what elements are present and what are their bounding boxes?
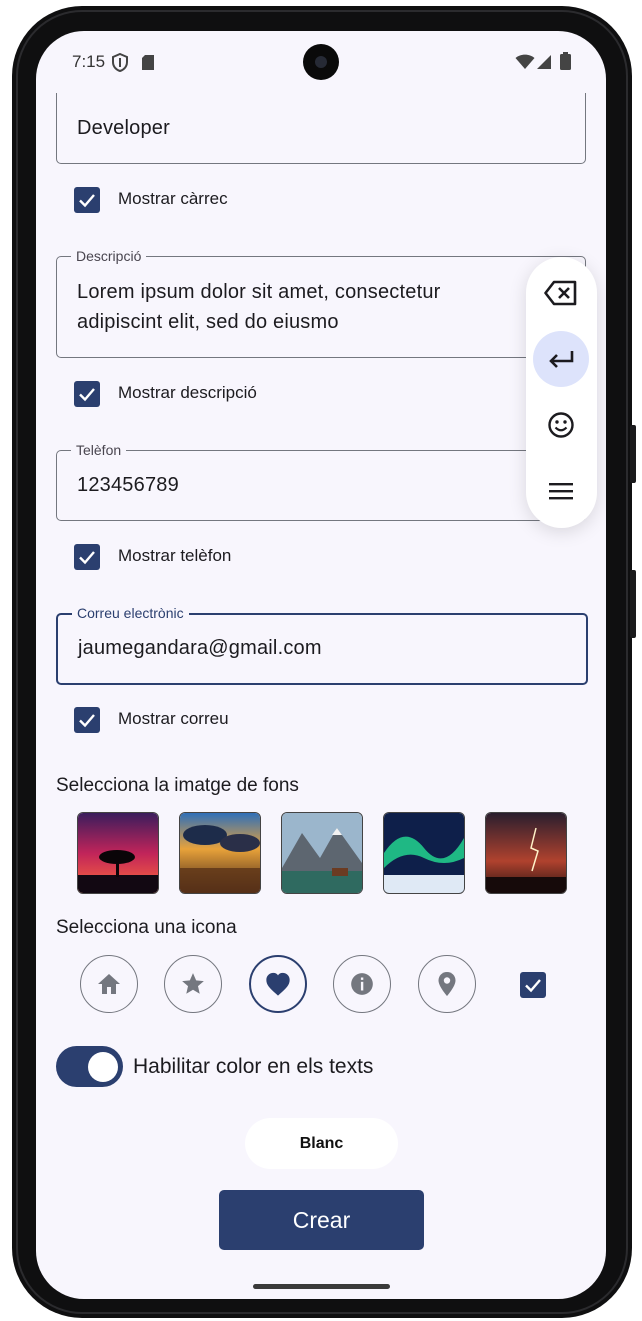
sunset-tree-image[interactable] [77,812,159,894]
home-icon [98,974,120,994]
front-camera [303,44,339,80]
description-field-label: Descripció [71,247,147,265]
create-button[interactable]: Crear [219,1190,424,1250]
toggle-knob [88,1052,118,1082]
info-icon-option[interactable] [333,955,391,1013]
check-icon [79,551,95,565]
home-icon-option[interactable] [80,955,138,1013]
heart-icon [266,972,290,996]
icon-color-checkbox[interactable] [520,972,546,998]
info-icon [351,973,373,995]
description-line-2: adipiscint elit, sed do eiusmo [77,311,339,333]
email-field[interactable]: Correu electrònic jaumegandara@gmail.com [56,604,588,685]
role-field[interactable]: Developer [56,93,586,164]
description-field[interactable]: Descripció Lorem ipsum dolor sit amet, c… [56,247,586,358]
status-time: 7:15 [72,52,106,71]
heart-icon-option[interactable] [249,955,307,1013]
aurora-image[interactable] [383,812,465,894]
wifi-icon [515,54,535,69]
role-field-value: Developer [77,117,170,139]
check-icon [525,979,541,993]
description-line-1: Lorem ipsum dolor sit amet, consectetur [77,281,441,303]
home-indicator[interactable] [253,1284,390,1289]
star-icon-option[interactable] [164,955,222,1013]
sd-card-icon [142,55,154,70]
enter-icon [549,351,574,368]
show-description-checkbox[interactable] [74,381,100,407]
volume-button [630,425,636,483]
phone-field-label: Telèfon [71,441,127,459]
show-email-checkbox[interactable] [74,707,100,733]
form-content: Developer Mostrar càrrec Descripció Lore… [36,31,606,1299]
show-description-label: Mostrar descripció [118,383,257,402]
shield-icon [112,53,128,72]
star-icon [182,973,204,994]
lightning-storm-image[interactable] [485,812,567,894]
check-icon [79,714,95,728]
phone-field-value: 123456789 [77,474,179,496]
signal-icon [537,55,551,69]
status-bar: 7:15 [36,31,606,95]
cloudy-sunset-lake-image[interactable] [179,812,261,894]
enter-key[interactable] [533,331,589,387]
text-color-toggle-label: Habilitar color en els texts [133,1055,374,1078]
location-pin-icon-option[interactable] [418,955,476,1013]
screen: Developer Mostrar càrrec Descripció Lore… [36,31,606,1299]
text-color-toggle[interactable] [56,1046,123,1087]
email-field-value: jaumegandara@gmail.com [78,637,322,659]
backspace-key[interactable] [533,265,589,321]
show-role-checkbox[interactable] [74,187,100,213]
show-email-label: Mostrar correu [118,709,229,728]
phone-field[interactable]: Telèfon 123456789 [56,441,586,521]
show-phone-label: Mostrar telèfon [118,546,232,565]
emoji-key[interactable] [533,397,589,453]
check-icon [79,388,95,402]
floating-keyboard-toolbar [526,257,597,528]
menu-key[interactable] [533,463,589,519]
background-section-title: Selecciona la imatge de fons [56,775,299,796]
location-pin-icon [438,972,456,996]
show-phone-checkbox[interactable] [74,544,100,570]
mountain-lake-image[interactable] [281,812,363,894]
backspace-icon [544,280,577,306]
power-button [630,570,636,638]
email-field-label: Correu electrònic [72,604,189,622]
emoji-icon [548,412,574,438]
check-icon [79,194,95,208]
battery-icon [560,52,571,70]
color-select-button[interactable]: Blanc [245,1118,398,1169]
icon-section-title: Selecciona una icona [56,917,237,938]
show-role-label: Mostrar càrrec [118,189,228,208]
menu-icon [549,483,573,500]
